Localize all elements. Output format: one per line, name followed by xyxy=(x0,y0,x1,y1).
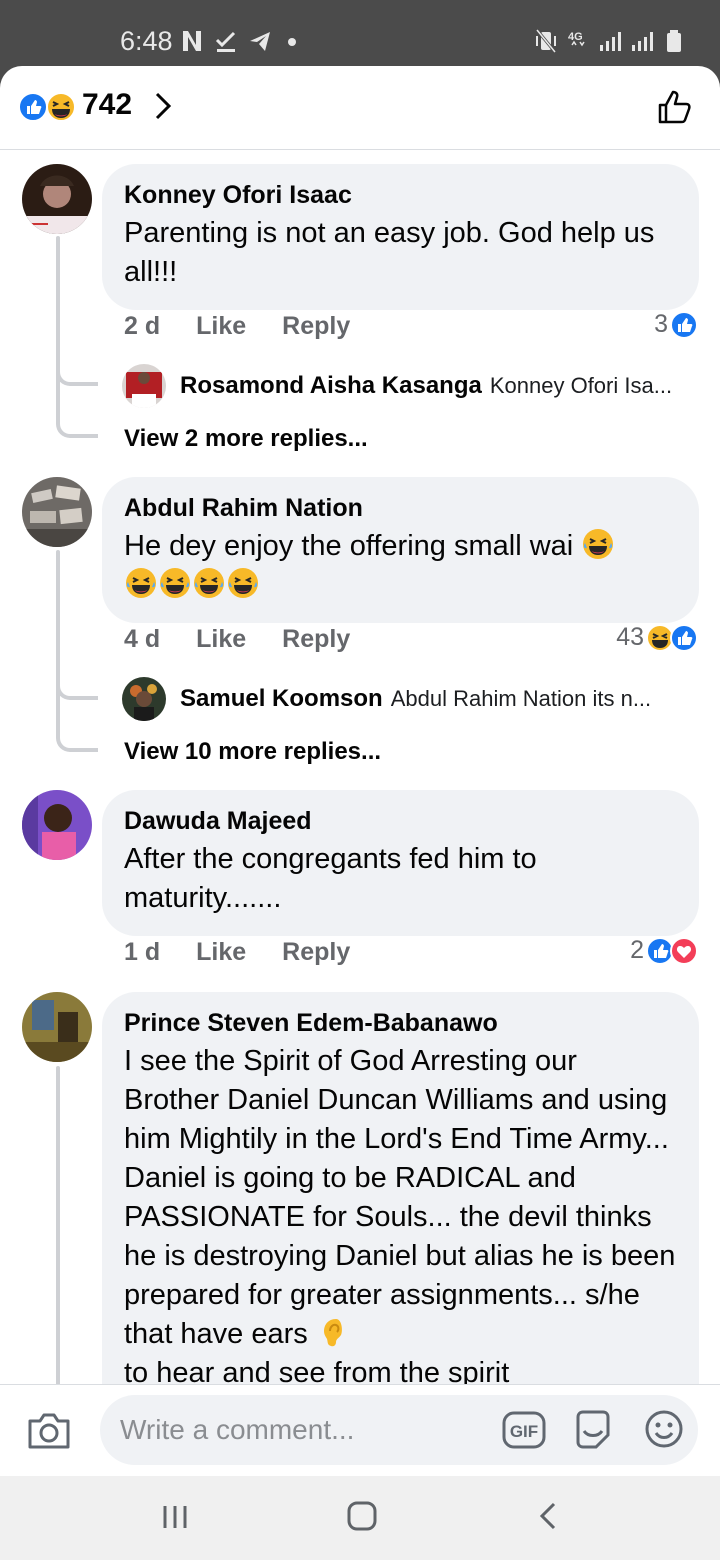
avatar[interactable] xyxy=(22,790,92,860)
view-more-replies[interactable]: View 10 more replies... xyxy=(124,738,381,766)
reaction-summary-icons[interactable] xyxy=(18,92,78,122)
comment-author[interactable]: Konney Ofori Isaac xyxy=(124,180,677,210)
chevron-right-icon[interactable] xyxy=(152,90,174,122)
thread-line xyxy=(56,1066,60,1386)
comment-text-content: He dey enjoy the offering small wai xyxy=(124,530,574,562)
view-more-replies[interactable]: View 2 more replies... xyxy=(124,425,368,453)
telegram-icon xyxy=(250,32,270,51)
reply-text: Abdul Rahim Nation its n... xyxy=(390,686,652,711)
comment-time: 4 d xyxy=(124,625,161,653)
avatar[interactable] xyxy=(122,677,166,721)
like-icon xyxy=(670,310,698,339)
home-icon[interactable] xyxy=(346,1500,378,1532)
comment-actions: 4 d Like Reply xyxy=(124,625,350,654)
back-icon[interactable] xyxy=(536,1500,560,1532)
emoji-picker-icon[interactable] xyxy=(644,1409,684,1449)
comment-time: 2 d xyxy=(124,312,161,340)
comment-text: After the congregants fed him to maturit… xyxy=(124,843,545,914)
svg-text:GIF: GIF xyxy=(510,1422,538,1441)
laughing-tears-emoji-icon xyxy=(126,568,156,598)
gif-icon[interactable]: GIF xyxy=(502,1411,546,1449)
avatar[interactable] xyxy=(22,992,92,1062)
thread-connector xyxy=(56,362,98,386)
avatar[interactable] xyxy=(122,364,166,408)
laughing-tears-emoji-icon xyxy=(194,568,224,598)
comment-reactions[interactable]: 3 xyxy=(654,310,698,339)
thread-connector xyxy=(56,676,98,700)
comment-text: Parenting is not an easy job. God help u… xyxy=(124,217,663,288)
comment-composer: GIF xyxy=(0,1384,720,1476)
comment-author[interactable]: Dawuda Majeed xyxy=(124,806,677,836)
status-notification-icons xyxy=(180,27,306,55)
reaction-count[interactable]: 742 xyxy=(82,88,132,122)
4g-icon: 4G xyxy=(568,31,585,47)
signal-icon xyxy=(632,32,653,51)
reply-preview[interactable]: Rosamond Aisha Kasanga Konney Ofori Isa.… xyxy=(122,364,700,408)
comment-author[interactable]: Prince Steven Edem-Babanawo xyxy=(124,1008,677,1038)
thread-line xyxy=(56,550,60,730)
comments-sheet: 742 Konney Ofori Isaac Parenting is not … xyxy=(0,66,720,1476)
dot-icon xyxy=(288,38,296,46)
comment-bubble[interactable]: Dawuda Majeed After the congregants fed … xyxy=(102,790,699,936)
like-button[interactable]: Like xyxy=(196,938,246,967)
reaction-count: 2 xyxy=(630,936,644,964)
reply-button[interactable]: Reply xyxy=(282,312,350,341)
recent-apps-icon[interactable] xyxy=(160,1502,190,1532)
comment-author[interactable]: Abdul Rahim Nation xyxy=(124,493,677,523)
reply-preview[interactable]: Samuel Koomson Abdul Rahim Nation its n.… xyxy=(122,677,700,721)
download-done-icon xyxy=(215,31,236,52)
comment-actions: 2 d Like Reply xyxy=(124,312,350,341)
comment-bubble[interactable]: Abdul Rahim Nation He dey enjoy the offe… xyxy=(102,477,699,623)
comment-actions: 1 d Like Reply xyxy=(124,938,350,967)
comment-text: He dey enjoy the offering small wai xyxy=(124,527,677,605)
comment-text: I see the Spirit of God Arresting our Br… xyxy=(124,1042,677,1393)
reply-text: Konney Ofori Isa... xyxy=(489,373,673,398)
love-icon xyxy=(670,936,698,965)
android-nav-bar xyxy=(0,1476,720,1560)
haha-icon xyxy=(46,92,76,122)
avatar[interactable] xyxy=(22,164,92,234)
status-system-icons: 4G xyxy=(534,27,686,55)
avatar[interactable] xyxy=(22,477,92,547)
battery-icon xyxy=(667,30,681,52)
thread-line xyxy=(56,236,60,416)
svg-text:4G: 4G xyxy=(568,31,583,43)
laughing-tears-emoji-icon xyxy=(583,529,614,559)
like-icon xyxy=(18,92,48,122)
like-outline-icon[interactable] xyxy=(656,88,694,126)
like-button[interactable]: Like xyxy=(196,625,246,654)
comment-reactions[interactable]: 43 xyxy=(616,623,698,652)
comment-text-content: I see the Spirit of God Arresting our Br… xyxy=(124,1045,684,1350)
reply-button[interactable]: Reply xyxy=(282,938,350,967)
laughing-tears-emoji-icon xyxy=(160,568,190,598)
like-icon xyxy=(670,623,698,652)
reply-button[interactable]: Reply xyxy=(282,625,350,654)
reactions-header: 742 xyxy=(0,66,720,150)
reaction-count: 43 xyxy=(616,623,644,651)
thread-connector xyxy=(56,728,98,752)
comment-time: 1 d xyxy=(124,938,161,966)
sticker-icon[interactable] xyxy=(572,1409,614,1451)
camera-icon[interactable] xyxy=(26,1411,72,1451)
netflix-n-icon xyxy=(183,31,201,51)
reaction-count: 3 xyxy=(654,310,668,338)
reply-author[interactable]: Samuel Koomson xyxy=(180,685,383,713)
thread-connector xyxy=(56,414,98,438)
ear-emoji-icon xyxy=(323,1319,342,1347)
signal-icon xyxy=(600,32,621,51)
reply-author[interactable]: Rosamond Aisha Kasanga xyxy=(180,372,482,400)
comment-reactions[interactable]: 2 xyxy=(630,936,698,965)
like-button[interactable]: Like xyxy=(196,312,246,341)
status-time: 6:48 xyxy=(120,26,173,56)
comment-bubble[interactable]: Konney Ofori Isaac Parenting is not an e… xyxy=(102,164,699,310)
laughing-tears-emoji-icon xyxy=(228,568,258,598)
vibrate-mute-icon xyxy=(535,29,557,53)
